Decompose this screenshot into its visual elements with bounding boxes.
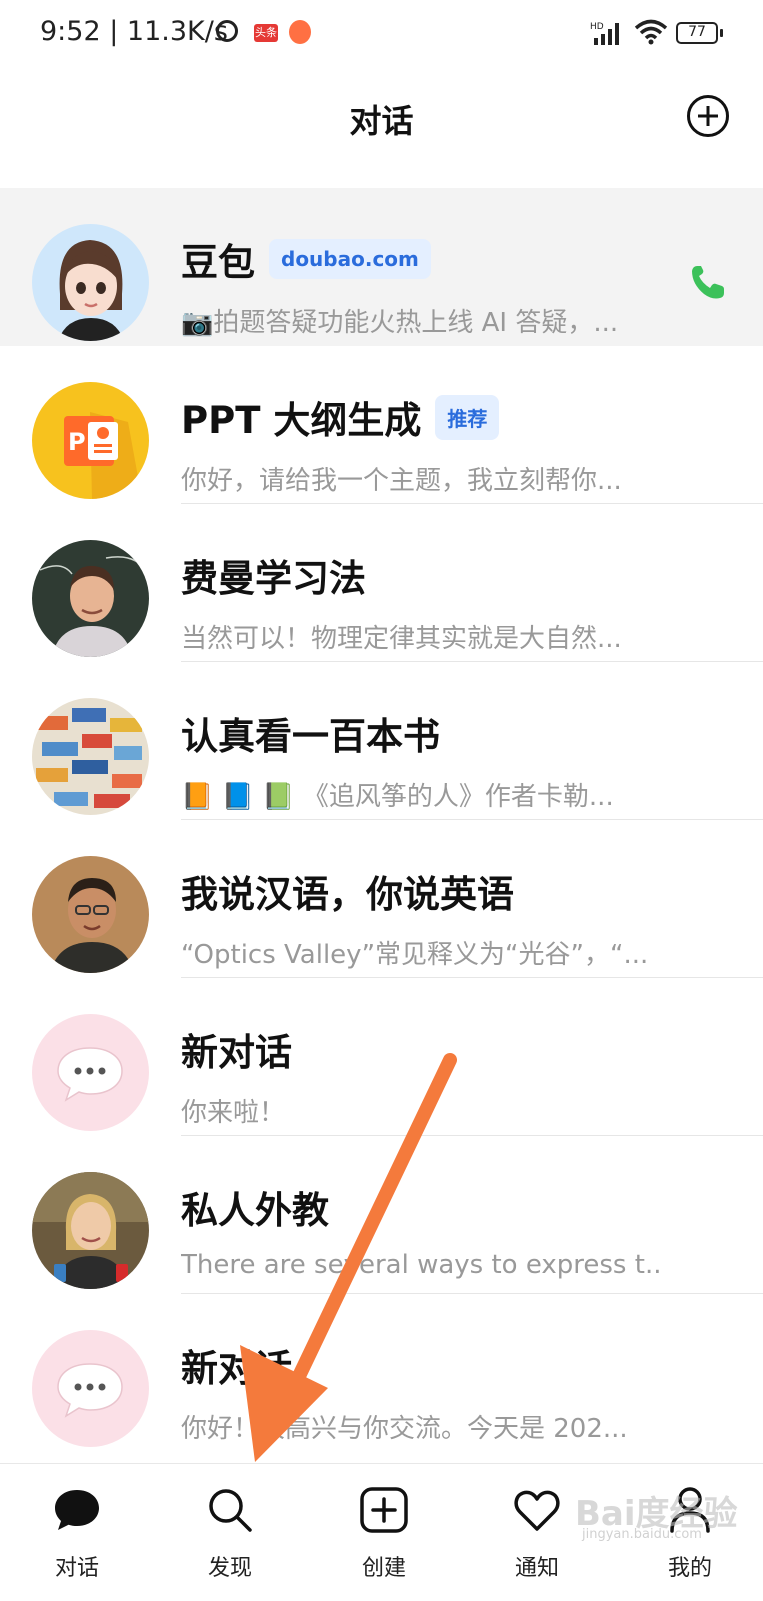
search-icon	[209, 1489, 252, 1532]
domain-tag: doubao.com	[269, 239, 431, 279]
nav-label: 对话	[54, 1556, 99, 1581]
page-title: 对话	[349, 102, 414, 140]
conversation-preview: 你来啦！	[181, 1098, 286, 1128]
tutor-avatar	[32, 1172, 149, 1289]
nav-label: 发现	[207, 1556, 252, 1581]
conversation-list: 豆包 doubao.com 📷拍题答疑功能火热上线 AI 答疑，... P PP…	[0, 188, 763, 1452]
plus-square-icon	[360, 1487, 408, 1533]
translator-avatar	[32, 856, 149, 973]
phone-call-button[interactable]	[688, 262, 728, 302]
conversation-item-translator[interactable]: 我说汉语，你说英语 “Optics Valley”常见释义为“光谷”，“...	[0, 820, 763, 978]
conversation-title-line: 认真看一百本书	[181, 706, 440, 760]
app-notification-icon	[289, 20, 311, 44]
conversation-preview: “Optics Valley”常见释义为“光谷”，“...	[181, 940, 649, 970]
conversation-name: 我说汉语，你说英语	[181, 873, 514, 916]
page-header: 对话	[0, 70, 763, 188]
svg-text:P: P	[68, 428, 86, 456]
conversation-item-feynman[interactable]: 费曼学习法 当然可以！物理定律其实就是大自然...	[0, 504, 763, 662]
news-app-icon: 头条	[254, 24, 278, 42]
chat-bubble-avatar	[32, 1014, 149, 1131]
conversation-item-doubao[interactable]: 豆包 doubao.com 📷拍题答疑功能火热上线 AI 答疑，...	[0, 188, 763, 346]
conversation-item-books[interactable]: 认真看一百本书 📙 📘 📗 《追风筝的人》作者卡勒...	[0, 662, 763, 820]
nav-label: 我的	[667, 1556, 712, 1581]
conversation-preview: 📙 📘 📗 《追风筝的人》作者卡勒...	[181, 782, 614, 812]
nav-tab-discover[interactable]: 发现	[175, 1464, 285, 1582]
alarm-icon	[216, 20, 238, 42]
signal-icon: HD	[590, 22, 619, 45]
battery-indicator: 77	[676, 22, 723, 44]
conversation-title-line: 新对话	[181, 1022, 292, 1076]
conversation-preview: 你好，请给我一个主题，我立刻帮你...	[181, 466, 622, 496]
conversation-title-line: PPT 大纲生成 推荐	[181, 390, 500, 444]
feynman-avatar	[32, 540, 149, 657]
status-bar: 9:52 | 11.3K/s 头条 HD 77	[0, 0, 763, 70]
conversation-preview: 📷拍题答疑功能火热上线 AI 答疑，...	[181, 308, 619, 338]
conversation-item-tutor[interactable]: 私人外教 There are several ways to express t…	[0, 1136, 763, 1294]
conversation-name: 新对话	[181, 1347, 292, 1390]
conversation-preview: 你好！很高兴与你交流。今天是 202...	[181, 1414, 628, 1444]
heart-icon	[514, 1490, 560, 1531]
nav-label: 创建	[361, 1556, 406, 1581]
conversation-title-line: 新对话	[181, 1338, 292, 1392]
svg-text:HD: HD	[590, 22, 604, 32]
chat-bubble-icon	[55, 1490, 99, 1530]
nav-tab-conversations[interactable]: 对话	[22, 1464, 132, 1582]
ppt-avatar: P	[32, 382, 149, 499]
conversation-title-line: 私人外教	[181, 1180, 329, 1234]
conversation-name: 私人外教	[181, 1189, 329, 1232]
conversation-title-line: 费曼学习法	[181, 548, 366, 602]
conversation-title-line: 我说汉语，你说英语	[181, 864, 514, 918]
wifi-icon	[634, 19, 668, 45]
books-avatar	[32, 698, 149, 815]
conversation-item-new-chat-2[interactable]: 新对话 你好！很高兴与你交流。今天是 202...	[0, 1294, 763, 1452]
watermark-url: jingyan.baidu.com	[582, 1527, 702, 1542]
conversation-preview: 当然可以！物理定律其实就是大自然...	[181, 624, 622, 654]
status-time: 9:52 | 11.3K/s	[40, 16, 228, 47]
conversation-item-ppt[interactable]: P PPT 大纲生成 推荐 你好，请给我一个主题，我立刻帮你...	[0, 346, 763, 504]
conversation-name: 豆包	[181, 241, 255, 284]
conversation-name: 费曼学习法	[181, 557, 366, 600]
doubao-avatar	[32, 224, 149, 341]
conversation-name: 新对话	[181, 1031, 292, 1074]
conversation-name: 认真看一百本书	[181, 715, 440, 758]
conversation-name: PPT 大纲生成	[181, 399, 422, 442]
conversation-item-new-chat-1[interactable]: 新对话 你来啦！	[0, 978, 763, 1136]
chat-bubble-avatar	[32, 1330, 149, 1447]
conversation-preview: There are several ways to express t...	[181, 1250, 661, 1280]
nav-tab-create[interactable]: 创建	[329, 1464, 439, 1582]
new-conversation-button[interactable]	[686, 94, 730, 138]
conversation-title-line: 豆包 doubao.com	[181, 232, 431, 286]
nav-label: 通知	[514, 1556, 559, 1581]
recommended-tag: 推荐	[435, 394, 500, 440]
